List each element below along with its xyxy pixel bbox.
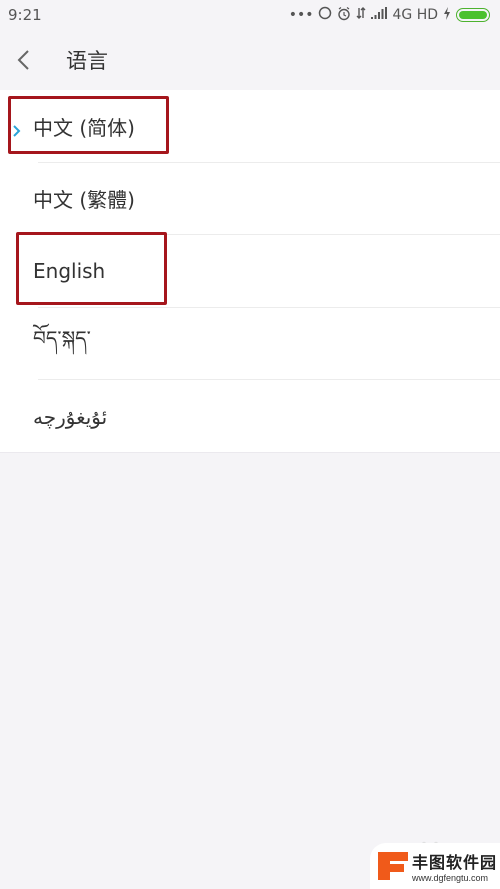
page-title: 语言 — [66, 49, 108, 73]
watermark-url: www.dgfengtu.com — [412, 873, 489, 883]
data-transfer-icon — [356, 6, 366, 24]
alarm-icon — [337, 6, 351, 25]
language-label: བོད་སྐད་ — [33, 326, 91, 351]
status-icons: ••• 4G HD — [289, 6, 490, 25]
selected-chevron-icon — [12, 119, 22, 138]
chevron-left-icon — [17, 50, 29, 70]
language-label: 中文 (繁體) — [33, 188, 135, 213]
battery-level — [459, 11, 487, 19]
watermark-brand: 丰图软件园 — [412, 853, 498, 872]
header: 语言 — [0, 30, 500, 90]
language-item-zh-hans[interactable]: 中文 (简体) — [0, 90, 500, 163]
network-type: 4G HD — [392, 7, 438, 23]
language-item-english[interactable]: English — [0, 235, 500, 308]
language-item-zh-hant[interactable]: 中文 (繁體) — [0, 163, 500, 236]
language-label: English — [33, 259, 106, 284]
language-label: 中文 (简体) — [33, 115, 135, 140]
charging-icon — [443, 6, 451, 24]
language-item-uyghur[interactable]: ئۇيغۇرچە — [0, 380, 500, 453]
back-button[interactable] — [16, 45, 56, 75]
status-bar: 9:21 ••• 4G HD — [0, 0, 500, 30]
signal-icon — [371, 7, 388, 23]
language-label: ئۇيغۇرچە — [33, 404, 108, 429]
watermark-logo-icon — [378, 852, 408, 880]
battery-icon — [456, 8, 490, 22]
watermark: 丰图软件园 www.dgfengtu.com — [370, 843, 500, 889]
language-list: 中文 (简体) 中文 (繁體) English བོད་སྐད་ ئۇيغۇرچ… — [0, 90, 500, 453]
sync-icon — [318, 6, 332, 24]
language-item-tibetan[interactable]: བོད་སྐད་ — [0, 308, 500, 381]
more-dots-icon: ••• — [288, 7, 314, 23]
status-time: 9:21 — [8, 6, 42, 24]
